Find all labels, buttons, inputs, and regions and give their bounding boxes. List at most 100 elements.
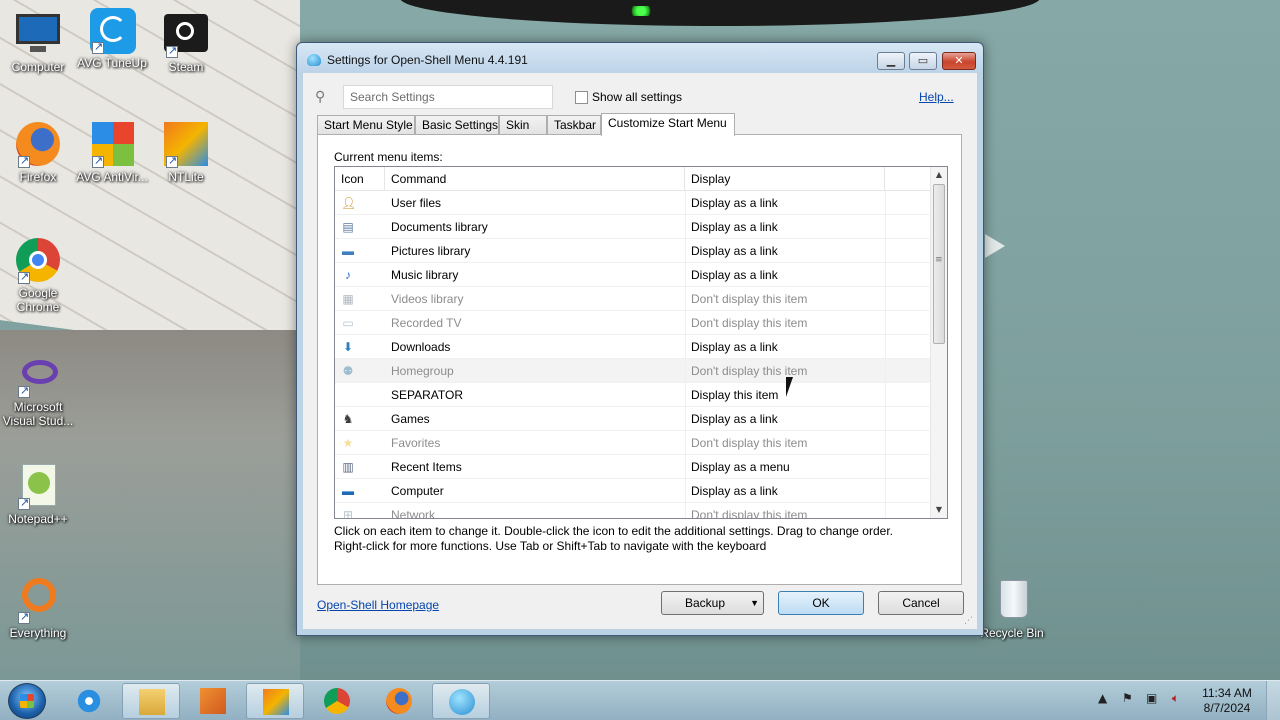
recent-items-icon[interactable]: ▥ <box>341 460 355 474</box>
command-cell[interactable]: Videos library <box>391 292 463 306</box>
scroll-up-icon[interactable]: ▲ <box>931 167 947 183</box>
recorded-tv-icon[interactable]: ▭ <box>341 316 355 330</box>
menu-items-list[interactable]: Icon Command Display 👤︎ User files Display… <box>334 166 948 519</box>
checkbox-box[interactable] <box>575 91 588 104</box>
taskbar-button-ntlite[interactable] <box>246 683 304 719</box>
display-cell[interactable]: Display as a link <box>691 412 778 426</box>
command-cell[interactable]: Computer <box>391 484 444 498</box>
start-button[interactable] <box>8 683 46 719</box>
table-row[interactable]: ▤ Documents library Display as a link <box>335 215 931 239</box>
command-cell[interactable]: SEPARATOR <box>391 388 463 402</box>
close-button[interactable]: ✕ <box>942 52 976 70</box>
taskbar-button-internet-explorer[interactable] <box>60 683 118 719</box>
command-cell[interactable]: Favorites <box>391 436 440 450</box>
display-cell[interactable]: Don't display this item <box>691 316 807 330</box>
display-cell[interactable]: Display as a link <box>691 268 778 282</box>
column-header-display[interactable]: Display <box>685 167 885 191</box>
ok-button[interactable]: OK <box>778 591 864 615</box>
table-row[interactable]: ▬ Pictures library Display as a link <box>335 239 931 263</box>
table-row[interactable]: ⚉ Homegroup Don't display this item <box>335 359 931 383</box>
table-row[interactable]: ▬ Computer Display as a link <box>335 479 931 503</box>
desktop-icon-firefox[interactable]: Firefox <box>0 120 76 184</box>
table-row[interactable]: ★ Favorites Don't display this item <box>335 431 931 455</box>
action-center-flag-icon[interactable]: ⚑ <box>1122 691 1133 705</box>
column-header-icon[interactable]: Icon <box>335 167 385 191</box>
pictures-icon[interactable]: ▬ <box>341 244 355 258</box>
taskbar-button-file-explorer[interactable] <box>122 683 180 719</box>
command-cell[interactable]: Music library <box>391 268 458 282</box>
desktop-icon-visual-studio[interactable]: Microsoft Visual Stud... <box>0 350 76 428</box>
desktop-icon-recycle-bin[interactable]: Recycle Bin <box>974 576 1050 640</box>
command-cell[interactable]: Documents library <box>391 220 488 234</box>
display-cell[interactable]: Display as a menu <box>691 460 790 474</box>
tab-start-menu-style[interactable]: Start Menu Style <box>317 115 415 135</box>
command-cell[interactable]: Homegroup <box>391 364 454 378</box>
desktop-icon-computer[interactable]: Computer <box>0 10 76 74</box>
volume-muted-icon[interactable]: 🔈︎ <box>1172 691 1179 706</box>
desktop-icon-avg-antivirus[interactable]: AVG AntiVir... <box>74 120 150 184</box>
display-cell[interactable]: Don't display this item <box>691 292 807 306</box>
music-icon[interactable]: ♪ <box>341 268 355 282</box>
list-scrollbar[interactable]: ▲ ▼ <box>930 167 947 518</box>
command-cell[interactable]: Pictures library <box>391 244 470 258</box>
table-row[interactable]: ♞ Games Display as a link <box>335 407 931 431</box>
clock[interactable]: 11:34 AM 8/7/2024 <box>1196 686 1258 716</box>
tab-skin[interactable]: Skin <box>499 115 547 135</box>
taskbar-button-firefox[interactable] <box>370 683 428 719</box>
desktop-icon-avg-tuneup[interactable]: AVG TuneUp <box>74 6 150 70</box>
command-cell[interactable]: Downloads <box>391 340 450 354</box>
scroll-down-icon[interactable]: ▼ <box>931 502 947 518</box>
help-link[interactable]: Help... <box>919 90 954 104</box>
network-icon[interactable]: ⊞ <box>341 508 355 518</box>
network-icon[interactable]: ▣ <box>1146 691 1157 705</box>
command-cell[interactable]: Games <box>391 412 430 426</box>
display-cell[interactable]: Display as a link <box>691 196 778 210</box>
display-cell[interactable]: Don't display this item <box>691 508 807 518</box>
desktop-icon-google-chrome[interactable]: Google Chrome <box>0 236 76 314</box>
table-row[interactable]: ▥ Recent Items Display as a menu <box>335 455 931 479</box>
cancel-button[interactable]: Cancel <box>878 591 964 615</box>
no-icon[interactable] <box>341 388 355 402</box>
display-cell[interactable]: Display as a link <box>691 340 778 354</box>
table-row[interactable]: 👤︎ User files Display as a link <box>335 191 931 215</box>
taskbar-button-media-player[interactable] <box>184 683 242 719</box>
display-cell[interactable]: Don't display this item <box>691 436 807 450</box>
show-hidden-icons-icon[interactable]: ▲ <box>1098 691 1107 705</box>
table-row[interactable]: ⬇ Downloads Display as a link <box>335 335 931 359</box>
command-cell[interactable]: Recent Items <box>391 460 462 474</box>
table-row[interactable]: ♪ Music library Display as a link <box>335 263 931 287</box>
desktop-icon-ntlite[interactable]: NTLite <box>148 120 224 184</box>
column-header-command[interactable]: Command <box>385 167 685 191</box>
documents-icon[interactable]: ▤ <box>341 220 355 234</box>
computer-icon[interactable]: ▬ <box>341 484 355 498</box>
table-row[interactable]: ⊞ Network Don't display this item <box>335 503 931 518</box>
display-cell[interactable]: Don't display this item <box>691 364 807 378</box>
desktop-icon-notepadpp[interactable]: Notepad++ <box>0 462 76 526</box>
downloads-icon[interactable]: ⬇ <box>341 340 355 354</box>
desktop-icon-everything[interactable]: Everything <box>0 576 76 640</box>
tab-basic-settings[interactable]: Basic Settings <box>415 115 499 135</box>
desktop-icon-steam[interactable]: Steam <box>148 10 224 74</box>
display-cell[interactable]: Display as a link <box>691 220 778 234</box>
command-cell[interactable]: Recorded TV <box>391 316 461 330</box>
user-files-icon[interactable]: 👤︎ <box>341 196 356 210</box>
backup-button[interactable]: Backup ▼ <box>661 591 764 615</box>
homegroup-icon[interactable]: ⚉ <box>341 364 355 378</box>
search-input[interactable] <box>343 85 553 109</box>
show-desktop-button[interactable] <box>1266 681 1280 720</box>
display-cell[interactable]: Display as a link <box>691 484 778 498</box>
dialog-titlebar[interactable]: Settings for Open-Shell Menu 4.4.191 ▁ ▭… <box>297 43 983 73</box>
command-cell[interactable]: Network <box>391 508 435 518</box>
games-icon[interactable]: ♞ <box>341 412 355 426</box>
table-row[interactable]: ▭ Recorded TV Don't display this item <box>335 311 931 335</box>
taskbar-button-chrome[interactable] <box>308 683 366 719</box>
table-row[interactable]: ▦ Videos library Don't display this item <box>335 287 931 311</box>
minimize-button[interactable]: ▁ <box>877 52 905 70</box>
scroll-thumb[interactable] <box>933 184 945 344</box>
tab-taskbar[interactable]: Taskbar <box>547 115 601 135</box>
videos-icon[interactable]: ▦ <box>341 292 355 306</box>
open-shell-homepage-link[interactable]: Open-Shell Homepage <box>317 598 439 612</box>
maximize-button[interactable]: ▭ <box>909 52 937 70</box>
tab-customize-start-menu[interactable]: Customize Start Menu <box>601 113 735 136</box>
display-cell[interactable]: Display as a link <box>691 244 778 258</box>
